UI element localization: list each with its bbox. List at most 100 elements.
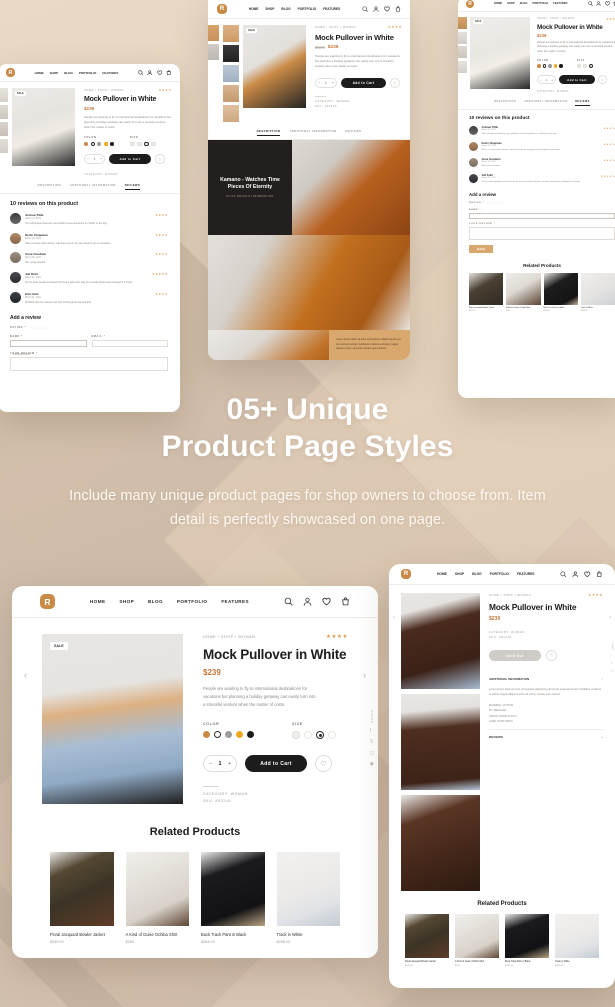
tab-description[interactable]: DESCRIPTION [256, 130, 281, 136]
related-product-image[interactable] [125, 852, 189, 926]
share-icons[interactable]: SHARE f 𝕏 ◻ ◉ [370, 710, 374, 767]
thumbnail[interactable] [458, 60, 467, 73]
size-option[interactable] [144, 141, 149, 147]
color-swatch[interactable] [214, 731, 221, 739]
name-field[interactable]: Contoya Ahmed [10, 339, 87, 356]
add-to-cart-button[interactable]: Add to Cart [245, 755, 307, 773]
color-swatches[interactable] [84, 141, 114, 146]
wishlist-button[interactable]: ♡ [315, 755, 332, 773]
nav-item-home[interactable]: HOME [249, 7, 259, 11]
accordion-reviews[interactable]: REVIEWS + [489, 729, 603, 744]
size-option-selected[interactable] [316, 731, 324, 740]
prev-arrow[interactable]: ‹ [393, 615, 395, 621]
nav-item-portfolio[interactable]: PORTFOLIO [490, 572, 509, 576]
thumbnail-rail[interactable] [458, 17, 467, 93]
related-product-card[interactable]: Buck Track Pant in Black $384.00 [505, 914, 549, 967]
tab-additional-information[interactable]: ADDITIONAL INFORMATION [289, 130, 336, 136]
related-product-card[interactable]: Track in White $298.00 [580, 273, 615, 312]
thumbnail[interactable] [223, 65, 239, 82]
nav-item-features[interactable]: FEATURES [517, 572, 535, 576]
thumbnail[interactable] [223, 25, 239, 42]
nav-item-portfolio[interactable]: PORTFOLIO [177, 599, 207, 604]
related-product-image[interactable] [506, 273, 541, 306]
logo[interactable]: R [466, 0, 474, 8]
color-swatch[interactable] [225, 731, 232, 739]
wishlist-button[interactable]: ♡ [155, 154, 165, 164]
add-to-cart-button[interactable]: Add to Cart [109, 154, 151, 164]
nav-item-blog[interactable]: BLOG [64, 71, 73, 75]
thumbnail[interactable] [0, 105, 8, 119]
nav-item-blog[interactable]: BLOG [148, 599, 163, 604]
twitter-icon[interactable]: 𝕏 [611, 661, 614, 665]
wishlist-icon[interactable] [322, 597, 331, 606]
product-gallery-stack[interactable] [401, 593, 480, 891]
wishlist-button[interactable]: ♡ [546, 650, 557, 661]
related-product-image[interactable] [505, 914, 549, 958]
thumbnail[interactable] [208, 25, 219, 41]
related-product-card[interactable]: Floral Jacquard Bowler Jacket $545.00 [50, 852, 114, 944]
color-swatch[interactable] [559, 64, 563, 68]
search-icon[interactable] [284, 597, 293, 606]
wishlist-icon[interactable] [604, 1, 610, 6]
nav-item-features[interactable]: FEATURES [323, 7, 340, 11]
color-swatch[interactable] [97, 141, 101, 146]
share-icons[interactable]: SHARE f 𝕏 ◻ [611, 643, 614, 672]
nav-item-shop[interactable]: SHOP [455, 572, 464, 576]
color-swatch[interactable] [236, 731, 243, 739]
product-main-image[interactable]: SALE [243, 25, 306, 108]
logo[interactable]: R [401, 569, 411, 579]
nav-item-blog[interactable]: BLOG [281, 7, 290, 11]
cart-icon[interactable] [166, 69, 172, 76]
tab-reviews[interactable]: REVIEWS [346, 130, 362, 136]
lookbook-image[interactable] [292, 140, 410, 235]
related-product-image[interactable] [276, 852, 340, 926]
nav-item-features[interactable]: FEATURES [102, 71, 118, 75]
tab-reviews[interactable]: REVIEWS [575, 100, 590, 107]
related-product-card[interactable]: A Kind of Guise Ochiba Shirt $283 [455, 914, 499, 967]
thumbnail[interactable] [0, 88, 8, 102]
size-options[interactable] [130, 141, 156, 147]
submit-review-button[interactable]: Submit [469, 245, 493, 254]
color-swatches[interactable] [203, 731, 254, 739]
logo[interactable]: R [40, 594, 55, 609]
nav-item-portfolio[interactable]: PORTFOLIO [79, 71, 97, 75]
cart-icon[interactable] [341, 597, 350, 606]
image-dots[interactable]: ● ∙ ∙ [50, 792, 65, 798]
accordion[interactable]: ADDITIONAL INFORMATION − Lorem ipsum dol… [489, 673, 603, 744]
nav-item-shop[interactable]: SHOP [265, 7, 274, 11]
product-tabs[interactable]: DESCRIPTION ADDITIONAL INFORMATION REVIE… [208, 126, 410, 140]
related-product-image[interactable] [405, 914, 449, 958]
size-option[interactable] [576, 64, 581, 69]
prev-arrow[interactable]: ‹ [24, 670, 27, 680]
name-field[interactable] [469, 213, 615, 220]
color-swatch[interactable] [84, 141, 88, 146]
related-product-card[interactable]: Buck Track Pant in Black $384.00 [543, 273, 578, 312]
account-icon[interactable] [303, 597, 312, 606]
quantity-stepper[interactable]: − 1 + [84, 154, 105, 164]
thumbnail[interactable] [458, 31, 467, 44]
related-product-card[interactable]: Track in White $298.00 [555, 914, 599, 967]
product-tabs[interactable]: DESCRIPTION ADDITIONAL INFORMATION REVIE… [0, 180, 180, 194]
sold-out-button[interactable]: Sold Out [489, 650, 541, 661]
next-arrow[interactable]: › [609, 615, 611, 621]
thumbnail[interactable] [223, 85, 239, 102]
size-option[interactable] [151, 141, 156, 147]
related-product-card[interactable]: Track in White $298.00 [276, 852, 340, 944]
account-icon[interactable] [373, 6, 379, 12]
wishlist-button[interactable]: ♡ [598, 75, 607, 85]
product-image-3[interactable] [401, 795, 480, 891]
product-main-image[interactable]: SALE ● ∙ ∙ [42, 634, 183, 804]
tab-reviews[interactable]: REVIEWS [124, 184, 141, 190]
related-product-image[interactable] [201, 852, 265, 926]
thumbnail-rail[interactable] [223, 25, 239, 122]
size-options[interactable] [576, 64, 593, 69]
thumbnail-rail-outer[interactable] [208, 25, 219, 122]
thumbnail[interactable] [458, 46, 467, 58]
related-product-card[interactable]: A Kind of Guise Ochiba Shirt $283 [506, 273, 541, 312]
search-icon[interactable] [138, 70, 144, 76]
qty-increase[interactable]: + [228, 761, 231, 767]
cart-icon[interactable] [395, 6, 401, 12]
thumbnail[interactable] [223, 105, 239, 122]
tab-description[interactable]: DESCRIPTION [494, 100, 516, 106]
account-icon[interactable] [147, 70, 153, 76]
